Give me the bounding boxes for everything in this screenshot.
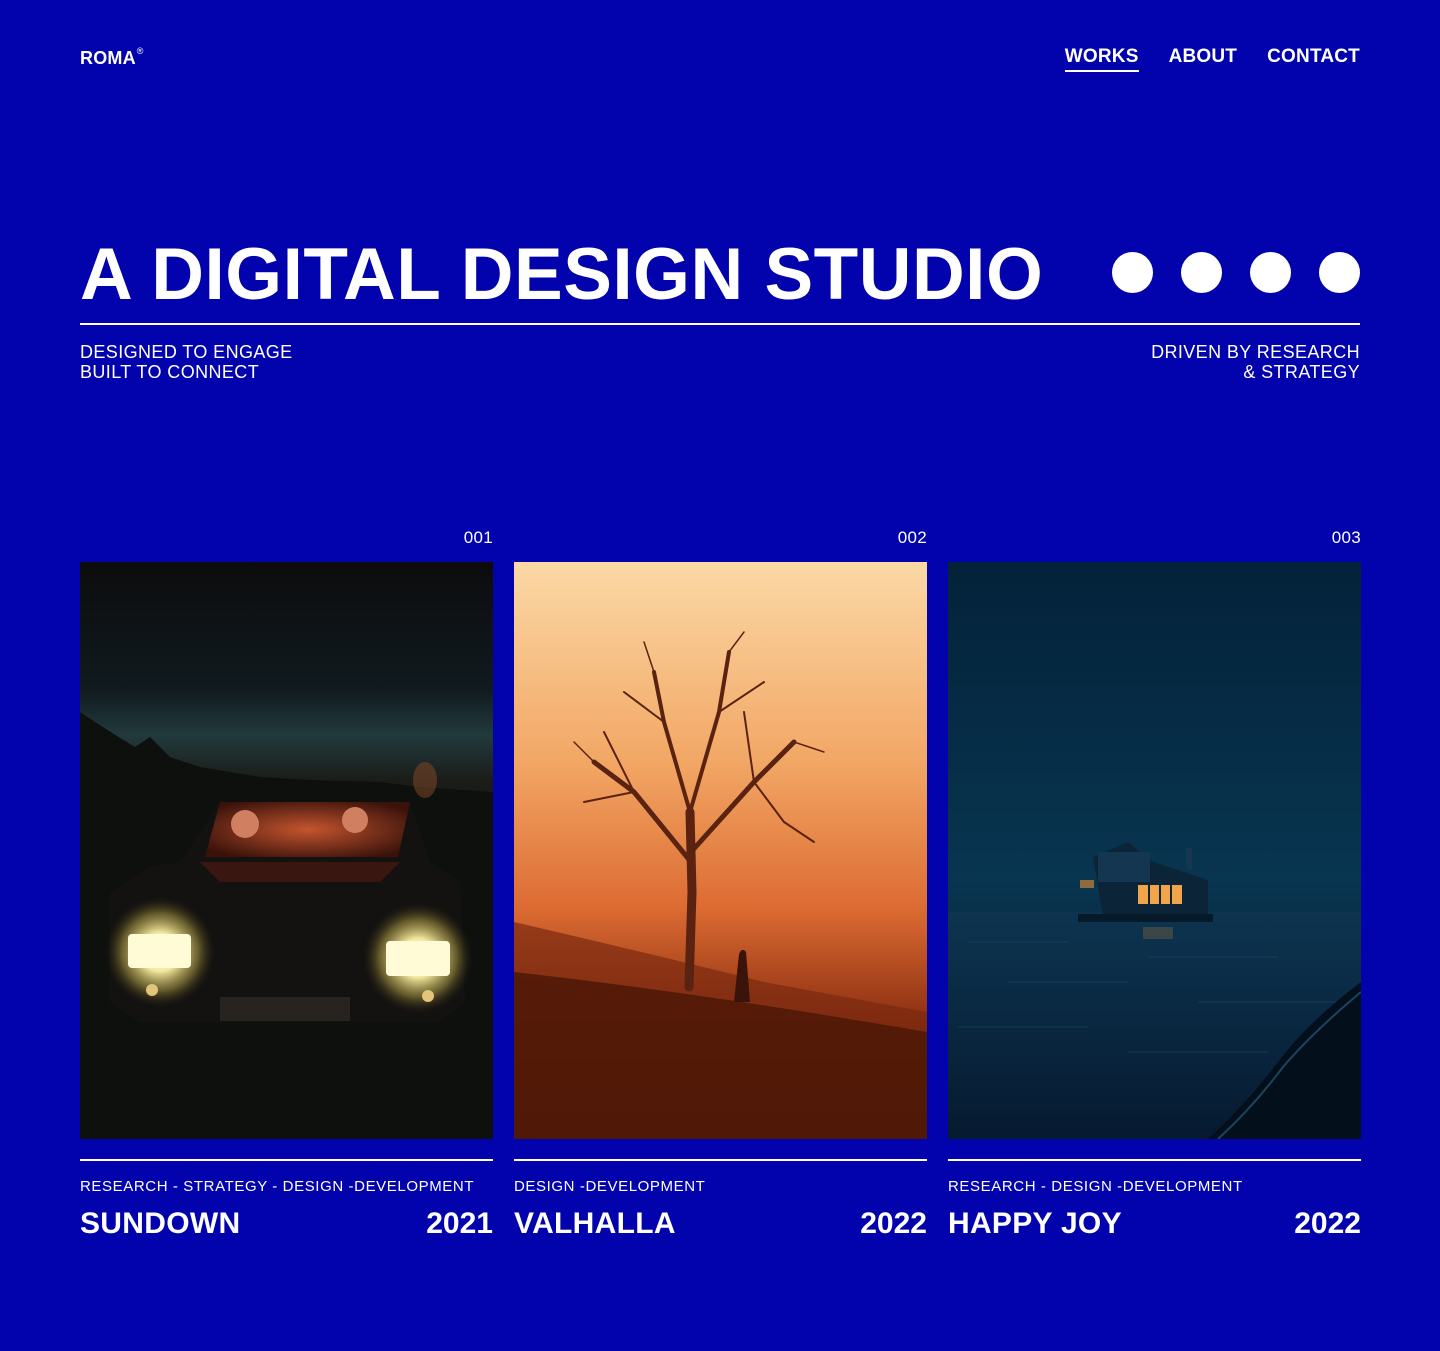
nav-works[interactable]: WORKS	[1064, 46, 1139, 72]
work-divider	[80, 1159, 493, 1161]
work-footer: VALHALLA 2022	[514, 1207, 927, 1241]
slider-dots	[1112, 252, 1360, 293]
work-number: 003	[1331, 528, 1361, 547]
dot-1[interactable]	[1112, 252, 1153, 293]
nav-contact[interactable]: CONTACT	[1267, 46, 1360, 72]
nav-about[interactable]: ABOUT	[1169, 46, 1238, 72]
work-footer: SUNDOWN 2021	[80, 1207, 493, 1241]
work-image-car-headlights[interactable]	[80, 562, 493, 1139]
work-card-happy-joy[interactable]: 003 RESEARCH - DESIGN -DEVELOPMENT HAPPY…	[948, 528, 1361, 1241]
registered-mark: ®	[136, 46, 144, 56]
hero-divider	[80, 323, 1360, 325]
work-footer: HAPPY JOY 2022	[948, 1207, 1361, 1241]
tagline-right-line-2: & STRATEGY	[1243, 362, 1360, 382]
work-image-foggy-tree[interactable]	[514, 562, 927, 1139]
work-tags: RESEARCH - DESIGN -DEVELOPMENT	[948, 1178, 1243, 1195]
work-image-house-on-water[interactable]	[948, 562, 1361, 1139]
work-divider	[514, 1159, 927, 1161]
tagline-right-line-1: DRIVEN BY RESEARCH	[1151, 342, 1360, 362]
works-grid: 001 RESEARCH - STRATEGY - DESIGN -DEVELO…	[80, 528, 1361, 1241]
site-header: ROMA® WORKS ABOUT CONTACT	[80, 46, 1360, 76]
dot-3[interactable]	[1250, 252, 1291, 293]
tagline-left: DESIGNED TO ENGAGE BUILT TO CONNECT	[80, 342, 293, 382]
work-card-valhalla[interactable]: 002 DESIGN -DEVELOPMENT VALHALLA 2022	[514, 528, 927, 1241]
work-title[interactable]: SUNDOWN	[80, 1207, 240, 1241]
dot-4[interactable]	[1319, 252, 1360, 293]
work-year: 2022	[860, 1207, 927, 1240]
work-card-sundown[interactable]: 001 RESEARCH - STRATEGY - DESIGN -DEVELO…	[80, 528, 493, 1241]
work-title[interactable]: VALHALLA	[514, 1207, 676, 1241]
tagline-left-line-2: BUILT TO CONNECT	[80, 362, 260, 382]
tagline-right: DRIVEN BY RESEARCH & STRATEGY	[1151, 342, 1360, 382]
main-nav: WORKS ABOUT CONTACT	[1064, 46, 1360, 72]
logo[interactable]: ROMA®	[80, 46, 144, 69]
work-year: 2021	[426, 1207, 493, 1240]
work-tags: DESIGN -DEVELOPMENT	[514, 1178, 706, 1195]
work-number: 002	[897, 528, 927, 547]
dot-2[interactable]	[1181, 252, 1222, 293]
work-divider	[948, 1159, 1361, 1161]
work-number: 001	[463, 528, 493, 547]
work-tags: RESEARCH - STRATEGY - DESIGN -DEVELOPMEN…	[80, 1178, 475, 1195]
hero: A DIGITAL DESIGN STUDIO DESIGNED TO ENGA…	[80, 232, 1360, 382]
work-year: 2022	[1294, 1207, 1361, 1240]
tagline-left-line-1: DESIGNED TO ENGAGE	[80, 342, 293, 362]
work-title[interactable]: HAPPY JOY	[948, 1207, 1122, 1241]
